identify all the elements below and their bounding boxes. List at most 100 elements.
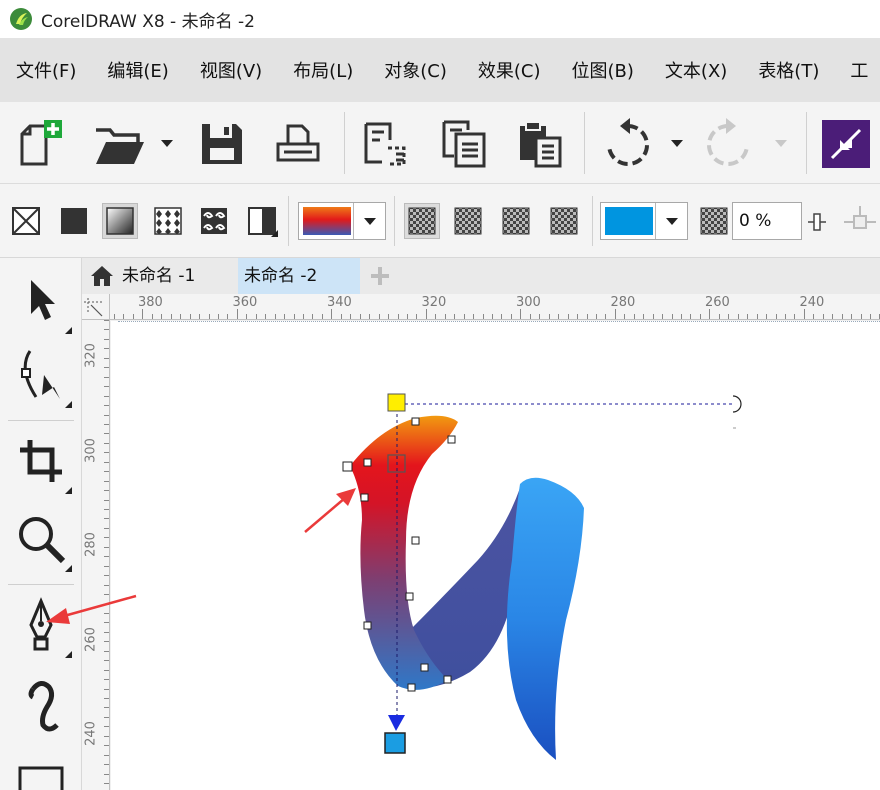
ruler-tick bbox=[728, 314, 730, 319]
transparency-uniform-button[interactable] bbox=[404, 203, 440, 239]
ruler-tick bbox=[227, 314, 229, 319]
menu-view[interactable]: 视图(V) bbox=[200, 57, 262, 83]
propbar-separator bbox=[592, 196, 593, 246]
ruler-tick bbox=[104, 716, 109, 718]
ruler-tick bbox=[766, 314, 768, 319]
propbar-separator bbox=[288, 196, 289, 246]
transparency-checker-button[interactable] bbox=[696, 203, 732, 239]
transparency-pattern-button[interactable] bbox=[546, 203, 582, 239]
home-icon[interactable] bbox=[90, 264, 114, 288]
artistic-media-tool[interactable] bbox=[8, 670, 74, 740]
ruler-tick bbox=[681, 314, 682, 319]
bitmap-pattern-fill-button[interactable] bbox=[196, 203, 232, 239]
paste-button[interactable] bbox=[510, 114, 570, 174]
ruler-tick bbox=[454, 314, 456, 319]
menu-tools[interactable]: 工 bbox=[850, 57, 868, 83]
fountain-fill-button[interactable] bbox=[102, 203, 138, 239]
rectangle-tool[interactable] bbox=[8, 748, 74, 790]
uniform-fill-button[interactable] bbox=[56, 203, 92, 239]
tab-document-1[interactable]: 未命名 -1 bbox=[120, 258, 238, 294]
ruler-tick bbox=[104, 518, 109, 520]
undo-button[interactable] bbox=[596, 114, 656, 174]
export-icon bbox=[442, 120, 486, 168]
no-fill-button[interactable] bbox=[8, 203, 44, 239]
zoom-tool[interactable] bbox=[8, 504, 74, 574]
menu-effects[interactable]: 效果(C) bbox=[478, 57, 541, 83]
fill-color-dropdown[interactable] bbox=[353, 203, 385, 239]
toolbox-separator bbox=[8, 420, 74, 421]
transparency-color-dropdown[interactable] bbox=[655, 203, 687, 239]
ruler-tick bbox=[104, 527, 109, 529]
menu-layout[interactable]: 布局(L) bbox=[293, 57, 353, 83]
menu-object[interactable]: 对象(C) bbox=[384, 57, 447, 83]
transparency-fountain-button[interactable] bbox=[498, 203, 534, 239]
vertical-ruler[interactable]: 320 300 280 260 240 bbox=[82, 320, 110, 790]
new-tab-plus-icon[interactable] bbox=[368, 264, 392, 288]
gradient-swatch bbox=[303, 207, 351, 235]
application-launcher-button[interactable] bbox=[816, 114, 876, 174]
export-button[interactable] bbox=[434, 114, 494, 174]
save-button[interactable] bbox=[192, 114, 252, 174]
ruler-tick bbox=[671, 314, 673, 319]
ruler-label: 300 bbox=[83, 437, 99, 463]
uniform-fill-icon bbox=[61, 208, 87, 234]
menu-table[interactable]: 表格(T) bbox=[758, 57, 819, 83]
ruler-tick bbox=[104, 565, 109, 567]
ruler-label: 320 bbox=[83, 343, 99, 368]
ruler-tick bbox=[104, 320, 109, 321]
menu-text[interactable]: 文本(X) bbox=[665, 57, 727, 83]
menu-file[interactable]: 文件(F) bbox=[16, 57, 76, 83]
open-dropdown-icon[interactable] bbox=[160, 136, 174, 150]
transparency-normal-button[interactable] bbox=[450, 203, 486, 239]
ruler-tick bbox=[104, 537, 109, 539]
ruler-tick bbox=[104, 783, 109, 785]
transparency-color-picker[interactable] bbox=[600, 202, 688, 240]
ruler-tick bbox=[851, 314, 853, 319]
undo-dropdown-icon[interactable] bbox=[670, 136, 684, 150]
slider-handle-icon[interactable] bbox=[806, 204, 828, 240]
open-button[interactable] bbox=[90, 114, 150, 174]
menu-edit[interactable]: 编辑(E) bbox=[107, 57, 168, 83]
crop-tool[interactable] bbox=[8, 426, 74, 496]
artistic-brush-icon bbox=[28, 681, 59, 732]
ruler-tick bbox=[104, 612, 109, 614]
ruler-tick bbox=[284, 314, 286, 319]
ruler-tick bbox=[104, 631, 109, 633]
new-document-button[interactable] bbox=[8, 114, 68, 174]
merge-mode-icon[interactable] bbox=[842, 204, 878, 240]
transparency-percent-input[interactable]: 0 % bbox=[732, 202, 802, 240]
ruler-tick bbox=[104, 556, 109, 558]
ruler-tick bbox=[123, 314, 125, 319]
ruler-tick bbox=[331, 309, 333, 319]
shape-tool[interactable] bbox=[8, 340, 74, 410]
ruler-tick bbox=[482, 314, 484, 319]
tab-document-2[interactable]: 未命名 -2 bbox=[238, 258, 360, 294]
pen-tool[interactable] bbox=[8, 590, 74, 660]
ruler-tick bbox=[747, 314, 749, 319]
two-color-pattern-button[interactable] bbox=[244, 203, 280, 239]
horizontal-ruler[interactable]: 380 360 340 320 300 280 260 240 bbox=[110, 294, 880, 320]
ruler-tick bbox=[775, 314, 777, 319]
drawing-canvas[interactable] bbox=[111, 321, 880, 790]
ruler-tick bbox=[104, 395, 109, 397]
ruler-tick bbox=[104, 405, 109, 407]
ruler-origin[interactable] bbox=[82, 294, 110, 320]
ruler-tick bbox=[104, 641, 109, 643]
ruler-tick bbox=[624, 314, 626, 319]
pick-tool[interactable] bbox=[8, 266, 74, 336]
new-document-icon bbox=[20, 120, 62, 166]
ruler-tick bbox=[199, 314, 201, 319]
ruler-tick bbox=[104, 584, 109, 586]
import-button[interactable] bbox=[356, 114, 416, 174]
fill-color-picker[interactable] bbox=[298, 202, 386, 240]
vector-pattern-fill-button[interactable] bbox=[150, 203, 186, 239]
menu-bitmaps[interactable]: 位图(B) bbox=[572, 57, 634, 83]
ruler-tick bbox=[104, 414, 109, 416]
chevron-down-icon bbox=[363, 218, 376, 225]
flyout-indicator bbox=[65, 327, 72, 334]
print-button[interactable] bbox=[268, 114, 328, 174]
redo-icon bbox=[707, 118, 749, 166]
redo-button[interactable] bbox=[700, 114, 760, 174]
ruler-tick bbox=[359, 314, 361, 319]
redo-dropdown-icon[interactable] bbox=[774, 136, 788, 150]
